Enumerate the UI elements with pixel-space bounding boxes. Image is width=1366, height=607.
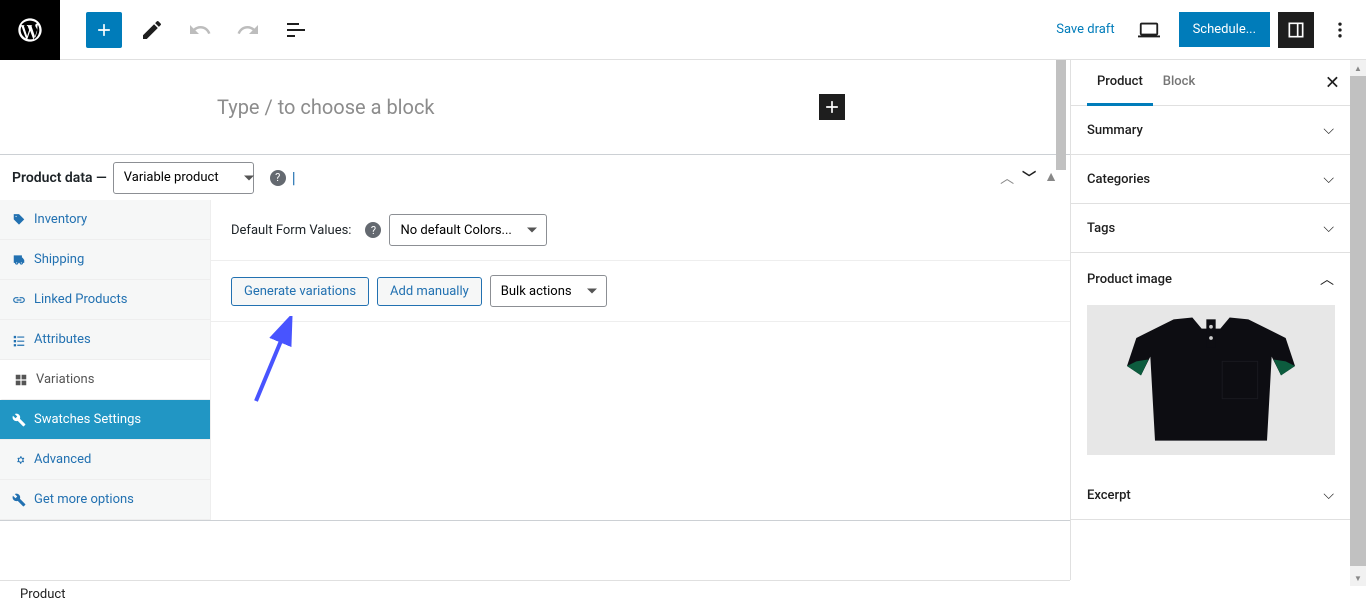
default-form-values-select[interactable]: No default Colors...: [389, 214, 547, 246]
scroll-up-arrow[interactable]: ▲: [1350, 60, 1366, 76]
kebab-icon: [1330, 20, 1350, 40]
save-draft-link[interactable]: Save draft: [1056, 22, 1114, 37]
chevron-down-icon: ⌵: [1323, 220, 1334, 236]
product-data-metabox: Product data — Variable product ? | ︿ ﹀ …: [0, 154, 1070, 521]
help-icon[interactable]: ?: [365, 222, 381, 238]
settings-panel-toggle[interactable]: [1278, 12, 1314, 48]
chevron-down-icon: ⌵: [1323, 487, 1334, 503]
wordpress-logo[interactable]: [0, 0, 60, 60]
add-block-button[interactable]: [819, 94, 845, 120]
close-sidebar-button[interactable]: ✕: [1325, 72, 1340, 93]
settings-sidebar: Product Block ✕ Summary ⌵ Categories ⌵ T…: [1070, 60, 1350, 580]
page-scrollbar[interactable]: ▲ ▼: [1350, 60, 1366, 586]
wrench-icon: [12, 493, 26, 507]
block-inserter-button[interactable]: [86, 12, 122, 48]
move-down-handle[interactable]: ﹀: [1022, 168, 1036, 188]
sidebar-tab-block[interactable]: Block: [1153, 60, 1205, 105]
plus-icon: [822, 97, 842, 117]
schedule-button[interactable]: Schedule...: [1179, 12, 1270, 47]
laptop-icon: [1138, 19, 1160, 41]
metabox-toggle-controls: ︿ ﹀ ▲: [1000, 168, 1058, 188]
redo-icon: [236, 18, 260, 42]
product-type-select[interactable]: Variable product: [113, 162, 254, 194]
chevron-down-icon: ⌵: [1323, 122, 1334, 138]
sidebar-tab-product[interactable]: Product: [1087, 60, 1153, 106]
pencil-icon: [140, 18, 164, 42]
tab-shipping[interactable]: Shipping: [0, 240, 210, 280]
product-image-preview[interactable]: [1087, 305, 1335, 455]
link-icon: [12, 293, 26, 307]
default-form-values-label: Default Form Values:: [231, 223, 351, 238]
gear-icon: [12, 453, 26, 467]
generate-variations-button[interactable]: Generate variations: [231, 277, 369, 306]
canvas-scrollbar-thumb[interactable]: [1056, 60, 1066, 170]
more-options-button[interactable]: [1322, 12, 1358, 48]
tab-advanced[interactable]: Advanced: [0, 440, 210, 480]
polo-shirt-image: [1116, 310, 1306, 450]
sidebar-tabs: Product Block ✕: [1071, 60, 1350, 106]
editor-footer-breadcrumb: Product: [0, 580, 1070, 607]
collapse-handle[interactable]: ▲: [1044, 168, 1058, 188]
panel-product-image[interactable]: Product image ︿: [1071, 253, 1350, 305]
tab-swatches-settings[interactable]: Swatches Settings: [0, 400, 210, 440]
panel-tags[interactable]: Tags ⌵: [1071, 204, 1350, 253]
move-up-handle[interactable]: ︿: [1000, 168, 1014, 188]
add-manually-button[interactable]: Add manually: [377, 277, 482, 306]
outline-icon: [284, 18, 308, 42]
document-overview-button[interactable]: [278, 12, 314, 48]
tab-get-more-options[interactable]: Get more options: [0, 480, 210, 520]
chevron-down-icon: ⌵: [1323, 171, 1334, 187]
editor-canvas: Type / to choose a block Product data — …: [0, 60, 1070, 580]
panel-excerpt[interactable]: Excerpt ⌵: [1071, 471, 1350, 520]
bulk-actions-select[interactable]: Bulk actions: [490, 275, 607, 307]
breadcrumb-item[interactable]: Product: [20, 587, 65, 602]
scrollbar-thumb[interactable]: [1350, 76, 1366, 566]
undo-icon: [188, 18, 212, 42]
panel-categories[interactable]: Categories ⌵: [1071, 155, 1350, 204]
wrench-icon: [12, 413, 26, 427]
editor-topbar: Save draft Schedule...: [0, 0, 1366, 60]
product-data-title: Product data —: [12, 170, 107, 186]
preview-button[interactable]: [1131, 12, 1167, 48]
list-icon: [12, 333, 26, 347]
product-data-header: Product data — Variable product ? | ︿ ﹀ …: [0, 155, 1070, 200]
panel-icon: [1286, 20, 1306, 40]
empty-block-prompt[interactable]: Type / to choose a block: [0, 60, 1070, 154]
plus-icon: [94, 20, 114, 40]
wordpress-icon: [16, 16, 44, 44]
tab-attributes[interactable]: Attributes: [0, 320, 210, 360]
product-data-tabs: Inventory Shipping Linked Products Attri…: [0, 200, 211, 520]
help-icon[interactable]: ?: [270, 170, 286, 186]
redo-button[interactable]: [230, 12, 266, 48]
panel-summary[interactable]: Summary ⌵: [1071, 106, 1350, 155]
tools-button[interactable]: [134, 12, 170, 48]
variations-panel: Default Form Values: ? No default Colors…: [211, 200, 1070, 520]
tab-inventory[interactable]: Inventory: [0, 200, 210, 240]
undo-button[interactable]: [182, 12, 218, 48]
scroll-down-arrow[interactable]: ▼: [1350, 570, 1366, 586]
grid-icon: [14, 373, 28, 387]
block-prompt-text: Type / to choose a block: [217, 95, 435, 119]
chevron-up-icon: ︿: [1320, 269, 1334, 289]
tag-icon: [12, 213, 26, 227]
tab-variations[interactable]: Variations: [0, 360, 210, 400]
truck-icon: [12, 253, 26, 267]
tab-linked-products[interactable]: Linked Products: [0, 280, 210, 320]
